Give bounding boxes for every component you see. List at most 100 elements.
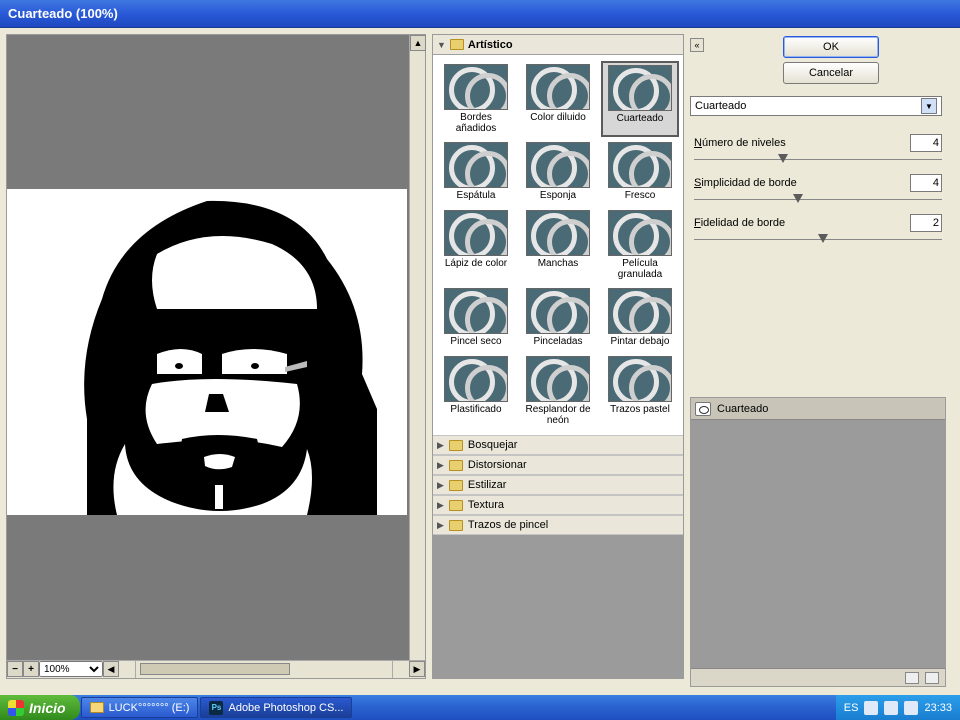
filter-thumb-label: Pincel seco xyxy=(450,336,501,348)
effect-layer-row[interactable]: Cuarteado xyxy=(691,398,945,420)
category-label: Estilizar xyxy=(468,479,507,491)
filter-thumb-fresco[interactable]: Fresco xyxy=(601,139,679,205)
filter-thumb-esponja[interactable]: Esponja xyxy=(519,139,597,205)
zoom-out-button[interactable]: − xyxy=(7,661,23,677)
zoom-in-button[interactable]: + xyxy=(23,661,39,677)
folder-icon xyxy=(449,460,463,471)
filter-thumb-label: Fresco xyxy=(625,190,656,202)
taskbar-item-label: Adobe Photoshop CS... xyxy=(228,702,343,714)
start-button[interactable]: Inicio xyxy=(0,695,80,720)
category-bosquejar[interactable]: ▶Bosquejar xyxy=(433,435,683,455)
triangle-right-icon: ▶ xyxy=(437,520,444,531)
filter-thumb-bordes-a-adidos[interactable]: Bordes añadidos xyxy=(437,61,515,137)
triangle-right-icon: ▶ xyxy=(437,460,444,471)
tray-icon[interactable] xyxy=(904,701,918,715)
effect-layer-label: Cuarteado xyxy=(717,403,768,415)
scroll-left-arrow[interactable]: ◀ xyxy=(103,661,119,677)
filter-thumb-image xyxy=(608,142,672,188)
category-textura[interactable]: ▶Textura xyxy=(433,495,683,515)
filter-thumb-pintar-debajo[interactable]: Pintar debajo xyxy=(601,285,679,351)
filter-thumb-trazos-pastel[interactable]: Trazos pastel xyxy=(601,353,679,429)
filter-thumb-image xyxy=(608,356,672,402)
filter-thumb-label: Lápiz de color xyxy=(445,258,507,270)
tray-icon[interactable] xyxy=(884,701,898,715)
param-input[interactable] xyxy=(910,214,942,232)
preview-panel: ▲ − + 100% ◀ ▶ xyxy=(6,34,426,679)
category-estilizar[interactable]: ▶ Estilizar xyxy=(433,475,683,495)
filter-thumb-image xyxy=(526,64,590,110)
filter-thumbnails-grid: Bordes añadidos Color diluido Cuarteado Esp… xyxy=(433,55,683,435)
filter-thumb-image xyxy=(444,142,508,188)
filter-thumb-esp-tula[interactable]: Espátula xyxy=(437,139,515,205)
folder-icon xyxy=(449,480,463,491)
taskbar-item[interactable]: PsAdobe Photoshop CS... xyxy=(200,697,352,718)
filter-thumb-image xyxy=(608,210,672,256)
param-simplicidad-de-borde: Simplicidad de borde xyxy=(694,174,942,192)
param-input[interactable] xyxy=(910,174,942,192)
preview-vertical-scrollbar[interactable]: ▲ xyxy=(409,35,425,662)
category-distorsionar[interactable]: ▶ Distorsionar xyxy=(433,455,683,475)
hscroll-thumb[interactable] xyxy=(140,663,290,675)
filter-thumb-label: Pinceladas xyxy=(534,336,583,348)
window-content: ▲ − + 100% ◀ ▶ ▼ Artístico Bo xyxy=(0,28,960,695)
selected-filter-label: Cuarteado xyxy=(695,100,746,112)
filter-thumb-resplandor-de-ne-n[interactable]: Resplandor de neón xyxy=(519,353,597,429)
zoom-select[interactable]: 100% xyxy=(39,661,103,677)
param-fidelidad-de-borde: Fidelidad de borde xyxy=(694,214,942,232)
filter-thumb-label: Color diluido xyxy=(530,112,586,124)
filter-thumb-image xyxy=(444,288,508,334)
filter-thumb-label: Pintar debajo xyxy=(611,336,670,348)
param-slider[interactable] xyxy=(694,196,942,204)
filter-thumb-manchas[interactable]: Manchas xyxy=(519,207,597,283)
param-slider[interactable] xyxy=(694,236,942,244)
param-n-mero-de-niveles: Número de niveles xyxy=(694,134,942,152)
preview-canvas[interactable] xyxy=(7,189,407,515)
filter-thumb-image xyxy=(444,210,508,256)
filter-thumb-color-diluido[interactable]: Color diluido xyxy=(519,61,597,137)
taskbar-item[interactable]: LUCK°°°°°°° (E:) xyxy=(81,697,199,718)
selected-filter-dropdown[interactable]: Cuarteado ▼ xyxy=(690,96,942,116)
tray-icon[interactable] xyxy=(864,701,878,715)
filter-thumb-image xyxy=(526,288,590,334)
filter-thumb-label: Trazos pastel xyxy=(610,404,670,416)
cancel-button[interactable]: Cancelar xyxy=(783,62,879,84)
collapse-gallery-button[interactable]: « xyxy=(690,38,704,52)
filter-thumb-label: Espátula xyxy=(457,190,496,202)
filter-thumb-image xyxy=(526,356,590,402)
windows-taskbar: Inicio LUCK°°°°°°° (E:)PsAdobe Photoshop… xyxy=(0,695,960,720)
category-label: Artístico xyxy=(468,39,513,51)
triangle-right-icon: ▶ xyxy=(437,440,444,451)
ok-button[interactable]: OK xyxy=(783,36,879,58)
preview-horizontal-scrollbar[interactable] xyxy=(135,661,393,678)
filter-thumb-plastificado[interactable]: Plastificado xyxy=(437,353,515,429)
filter-thumb-image xyxy=(444,356,508,402)
gallery-empty-area xyxy=(433,535,683,678)
new-effect-layer-icon[interactable] xyxy=(905,672,919,684)
delete-effect-layer-icon[interactable] xyxy=(925,672,939,684)
system-tray[interactable]: ES 23:33 xyxy=(836,695,960,720)
param-input[interactable] xyxy=(910,134,942,152)
param-slider[interactable] xyxy=(694,156,942,164)
visibility-eye-icon[interactable] xyxy=(695,402,711,416)
scroll-up-arrow[interactable]: ▲ xyxy=(410,35,426,51)
clock[interactable]: 23:33 xyxy=(924,702,952,714)
filter-thumb-image xyxy=(526,210,590,256)
triangle-right-icon: ▶ xyxy=(437,480,444,491)
filter-thumb-pincel-seco[interactable]: Pincel seco xyxy=(437,285,515,351)
filter-thumb-pinceladas[interactable]: Pinceladas xyxy=(519,285,597,351)
window-titlebar[interactable]: Cuarteado (100%) xyxy=(0,0,960,28)
filter-thumb-l-piz-de-color[interactable]: Lápiz de color xyxy=(437,207,515,283)
start-label: Inicio xyxy=(29,700,66,716)
category-label: Distorsionar xyxy=(468,459,527,471)
filter-thumb-pel-cula-granulada[interactable]: Película granulada xyxy=(601,207,679,283)
folder-icon xyxy=(450,39,464,50)
chevron-down-icon: ▼ xyxy=(921,98,937,114)
folder-icon xyxy=(449,440,463,451)
category-artistico[interactable]: ▼ Artístico xyxy=(433,35,683,55)
category-trazos-de-pincel[interactable]: ▶Trazos de pincel xyxy=(433,515,683,535)
language-indicator[interactable]: ES xyxy=(844,702,859,714)
filter-thumb-cuarteado[interactable]: Cuarteado xyxy=(601,61,679,137)
scroll-right-arrow[interactable]: ▶ xyxy=(409,661,425,677)
filter-thumb-label: Plastificado xyxy=(450,404,501,416)
filter-thumb-label: Esponja xyxy=(540,190,576,202)
